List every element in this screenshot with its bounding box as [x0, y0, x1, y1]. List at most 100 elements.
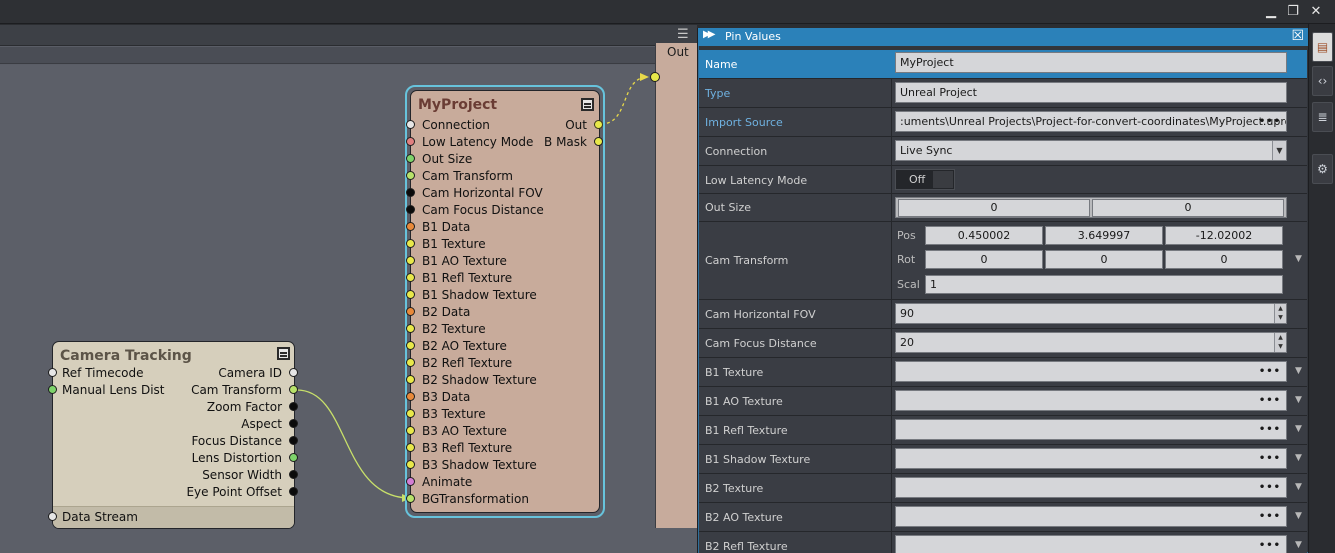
pin-dot[interactable]: [406, 256, 415, 265]
name-field[interactable]: MyProject: [895, 52, 1287, 73]
pin-dot[interactable]: [406, 341, 415, 350]
pin-b2-texture[interactable]: B2 Texture: [406, 321, 551, 337]
pin-b3-texture[interactable]: B3 Texture: [406, 406, 551, 422]
texture-field[interactable]: •••: [895, 535, 1287, 553]
camera-tracking-node[interactable]: Camera Tracking Ref Timecode Manual Lens…: [48, 341, 298, 529]
pin-animate[interactable]: Animate: [406, 474, 551, 490]
pin-dot[interactable]: [406, 494, 415, 503]
pin-dot[interactable]: [406, 205, 415, 214]
out-size-height[interactable]: 0: [1092, 199, 1284, 217]
pin-dot[interactable]: [406, 239, 415, 248]
texture-field[interactable]: •••: [895, 361, 1287, 382]
pin-dot[interactable]: [406, 307, 415, 316]
pin-sensor-width[interactable]: Sensor Width: [174, 467, 298, 483]
pin-b1-data[interactable]: B1 Data: [406, 219, 551, 235]
expand-chevron-icon[interactable]: ▼: [1295, 424, 1302, 434]
pin-camera-id[interactable]: Camera ID: [174, 365, 298, 381]
pin-b1-shadow-texture[interactable]: B1 Shadow Texture: [406, 287, 551, 303]
pin-dot[interactable]: [406, 273, 415, 282]
low-latency-toggle[interactable]: Off: [895, 169, 955, 190]
focus-stepper[interactable]: 20 ▲ ▼: [895, 332, 1287, 353]
pin-dot[interactable]: [406, 137, 415, 146]
pin-bgtransformation[interactable]: BGTransformation: [406, 491, 551, 507]
browse-icon[interactable]: •••: [1259, 391, 1281, 410]
texture-field[interactable]: •••: [895, 419, 1287, 440]
pin-b3-data[interactable]: B3 Data: [406, 389, 551, 405]
pos-y-field[interactable]: 3.649997: [1045, 226, 1163, 245]
pin-b1-refl-texture[interactable]: B1 Refl Texture: [406, 270, 551, 286]
browse-icon[interactable]: •••: [1259, 362, 1281, 381]
pin-ref-timecode[interactable]: Ref Timecode: [48, 365, 173, 381]
pin-eye-point-offset[interactable]: Eye Point Offset: [174, 484, 298, 500]
import-source-field[interactable]: :uments\Unreal Projects\Project-for-conv…: [895, 111, 1287, 132]
expand-chevron-icon[interactable]: ▼: [1295, 254, 1302, 264]
expand-chevron-icon[interactable]: ▼: [1295, 453, 1302, 463]
pin-cam-horizontal-fov[interactable]: Cam Horizontal FOV: [406, 185, 551, 201]
pin-b3-shadow-texture[interactable]: B3 Shadow Texture: [406, 457, 551, 473]
panel-collapse-icon[interactable]: ▶▶: [703, 29, 716, 40]
pin-dot[interactable]: [406, 154, 415, 163]
browse-icon[interactable]: •••: [1259, 507, 1281, 526]
pin-b2-ao-texture[interactable]: B2 AO Texture: [406, 338, 551, 354]
minimize-icon[interactable]: ▁: [1262, 3, 1280, 21]
expand-chevron-icon[interactable]: ▼: [1295, 540, 1302, 550]
chevron-down-icon[interactable]: ▼: [1272, 141, 1286, 160]
browse-icon[interactable]: •••: [1259, 112, 1281, 131]
pin-connection[interactable]: Connection: [406, 117, 551, 133]
browse-icon[interactable]: •••: [1259, 449, 1281, 468]
pin-values-tab-icon[interactable]: ▤: [1312, 32, 1333, 62]
pin-dot[interactable]: [406, 188, 415, 197]
pin-b2-data[interactable]: B2 Data: [406, 304, 551, 320]
pin-cam-transform[interactable]: Cam Transform: [406, 168, 551, 184]
pin-dot[interactable]: [406, 171, 415, 180]
pin-dot[interactable]: [406, 426, 415, 435]
node-menu-icon[interactable]: [277, 347, 290, 360]
pin-focus-distance[interactable]: Focus Distance: [174, 433, 298, 449]
pin-out-size[interactable]: Out Size: [406, 151, 551, 167]
code-tab-icon[interactable]: ‹›: [1312, 66, 1333, 96]
settings-tab-icon[interactable]: ⚙: [1312, 154, 1333, 184]
expand-chevron-icon[interactable]: ▼: [1295, 395, 1302, 405]
stepper-arrows-icon[interactable]: ▲ ▼: [1274, 304, 1286, 323]
pin-dot[interactable]: [406, 392, 415, 401]
browse-icon[interactable]: •••: [1259, 420, 1281, 439]
texture-field[interactable]: •••: [895, 448, 1287, 469]
pin-lens-distortion[interactable]: Lens Distortion: [174, 450, 298, 466]
pin-low-latency-mode[interactable]: Low Latency Mode: [406, 134, 551, 150]
pin-aspect[interactable]: Aspect: [174, 416, 298, 432]
rot-x-field[interactable]: 0: [925, 250, 1043, 269]
out-size-width[interactable]: 0: [898, 199, 1090, 217]
pin-cam-focus-distance[interactable]: Cam Focus Distance: [406, 202, 551, 218]
pin-b2-shadow-texture[interactable]: B2 Shadow Texture: [406, 372, 551, 388]
pin-b1-ao-texture[interactable]: B1 AO Texture: [406, 253, 551, 269]
browse-icon[interactable]: •••: [1259, 536, 1281, 553]
close-icon[interactable]: ✕: [1307, 3, 1325, 21]
pin-dot[interactable]: [406, 358, 415, 367]
hamburger-menu-icon[interactable]: ☰: [677, 27, 691, 43]
pin-dot[interactable]: [406, 443, 415, 452]
pin-data-stream[interactable]: Data Stream: [48, 509, 173, 525]
pin-dot[interactable]: [406, 477, 415, 486]
pin-b3-refl-texture[interactable]: B3 Refl Texture: [406, 440, 551, 456]
node-menu-icon[interactable]: [581, 98, 594, 111]
myproject-node[interactable]: MyProject Out B Mask Connection Low Laten…: [406, 90, 603, 513]
browse-icon[interactable]: •••: [1259, 478, 1281, 497]
pin-dot[interactable]: [406, 222, 415, 231]
expand-chevron-icon[interactable]: ▼: [1295, 482, 1302, 492]
pin-b1-texture[interactable]: B1 Texture: [406, 236, 551, 252]
pin-dot[interactable]: [406, 290, 415, 299]
pin-dot[interactable]: [406, 375, 415, 384]
rot-y-field[interactable]: 0: [1045, 250, 1163, 269]
pin-dot[interactable]: [406, 120, 415, 129]
pin-dot[interactable]: [406, 324, 415, 333]
row-name[interactable]: Name MyProject: [699, 50, 1307, 79]
fov-stepper[interactable]: 90 ▲ ▼: [895, 303, 1287, 324]
stepper-arrows-icon[interactable]: ▲ ▼: [1274, 333, 1286, 352]
restore-icon[interactable]: ❐: [1284, 3, 1302, 21]
rot-z-field[interactable]: 0: [1165, 250, 1283, 269]
pin-cam-transform-out[interactable]: Cam Transform: [174, 382, 298, 398]
pin-dot[interactable]: [406, 460, 415, 469]
panel-close-icon[interactable]: ☒: [1291, 28, 1304, 44]
expand-chevron-icon[interactable]: ▼: [1295, 511, 1302, 521]
texture-field[interactable]: •••: [895, 477, 1287, 498]
